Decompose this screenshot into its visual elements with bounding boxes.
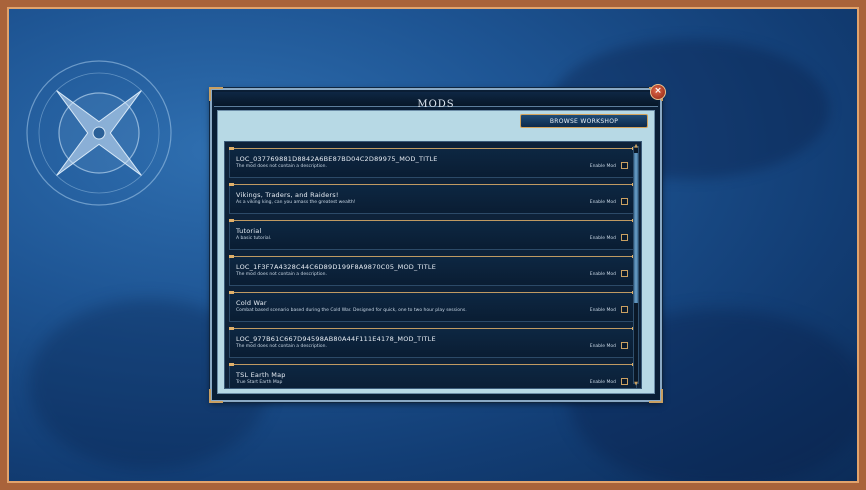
enable-mod-checkbox[interactable] <box>621 306 628 313</box>
mod-title: LOC_977B61C667D94598AB80A44F111E4178_MOD… <box>236 335 436 343</box>
mod-row: Vikings, Traders, and Raiders! As a viki… <box>229 183 637 214</box>
dialog-title: MODS <box>417 99 455 110</box>
mod-title: Vikings, Traders, and Raiders! <box>236 191 339 199</box>
mod-row: LOC_037769881D8842A6BE87BD04C2D89975_MOD… <box>229 147 637 178</box>
mod-description: True Start Earth Map <box>236 380 283 385</box>
mod-row: Tutorial A basic tutorial. Enable Mod <box>229 219 637 250</box>
mod-title: Tutorial <box>236 227 262 235</box>
mod-row: LOC_977B61C667D94598AB80A44F111E4178_MOD… <box>229 327 637 358</box>
enable-mod-label: Enable Mod <box>589 236 616 241</box>
enable-mod-checkbox[interactable] <box>621 162 628 169</box>
mod-description: A basic tutorial. <box>236 236 272 241</box>
enable-mod-label: Enable Mod <box>589 344 616 349</box>
enable-mod-label: Enable Mod <box>589 308 616 313</box>
dialog-titlebar: MODS <box>214 92 658 110</box>
enable-mod-checkbox[interactable] <box>621 270 628 277</box>
enable-mod-label: Enable Mod <box>589 200 616 205</box>
browse-workshop-button[interactable]: BROWSE WORKSHOP <box>520 114 648 128</box>
enable-mod-checkbox[interactable] <box>621 198 628 205</box>
scroll-down-icon[interactable]: ▼ <box>633 381 639 387</box>
mod-title: LOC_037769881D8842A6BE87BD04C2D89975_MOD… <box>236 155 438 163</box>
enable-mod-checkbox[interactable] <box>621 378 628 385</box>
enable-mod-label: Enable Mod <box>589 380 616 385</box>
mod-row: LOC_1F3F7A4328C44C6D89D199F8A9870C05_MOD… <box>229 255 637 286</box>
mod-description: As a viking king, can you amass the grea… <box>236 200 356 205</box>
mod-title: Cold War <box>236 299 267 307</box>
scrollbar-thumb[interactable] <box>634 153 638 303</box>
mods-dialog: MODS × BROWSE WORKSHOP LOC_037769881D884… <box>209 84 666 403</box>
mod-row: Cold War Combat based scenario based dur… <box>229 291 637 322</box>
mod-row: TSL Earth Map True Start Earth Map Enabl… <box>229 363 637 388</box>
mod-description: The mod does not contain a description. <box>236 272 327 277</box>
enable-mod-checkbox[interactable] <box>621 234 628 241</box>
scrollbar[interactable]: ▲ ▼ <box>633 143 639 387</box>
enable-mod-checkbox[interactable] <box>621 342 628 349</box>
mod-title: LOC_1F3F7A4328C44C6D89D199F8A9870C05_MOD… <box>236 263 437 271</box>
mod-description: Combat based scenario based during the C… <box>236 308 467 313</box>
enable-mod-label: Enable Mod <box>589 164 616 169</box>
compass-rose-icon <box>26 60 172 206</box>
mods-list: LOC_037769881D8842A6BE87BD04C2D89975_MOD… <box>224 141 642 389</box>
close-button[interactable]: × <box>650 84 666 100</box>
mod-description: The mod does not contain a description. <box>236 344 327 349</box>
dialog-body: BROWSE WORKSHOP LOC_037769881D8842A6BE87… <box>217 110 655 394</box>
mod-title: TSL Earth Map <box>236 371 286 379</box>
mod-description: The mod does not contain a description. <box>236 164 327 169</box>
enable-mod-label: Enable Mod <box>589 272 616 277</box>
scroll-up-icon[interactable]: ▲ <box>633 143 639 149</box>
